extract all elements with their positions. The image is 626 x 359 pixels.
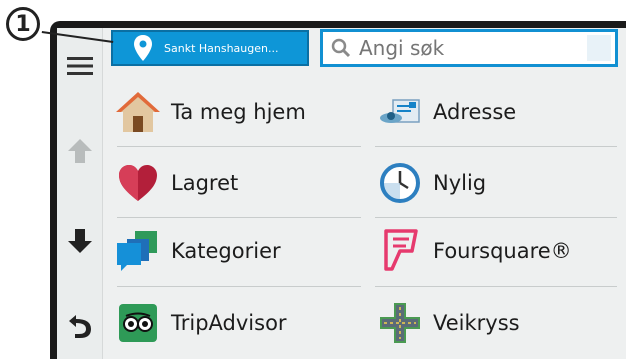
foursquare-icon	[377, 228, 423, 274]
divider	[375, 286, 617, 287]
arrow-up-icon	[67, 139, 92, 163]
callout-marker: 1	[6, 7, 40, 41]
tile-label: TripAdvisor	[171, 311, 287, 335]
tile-adresse[interactable]: Adresse	[377, 82, 617, 142]
tile-label: Foursquare®	[433, 239, 572, 263]
tile-label: Lagret	[171, 171, 239, 195]
clock-icon	[377, 160, 423, 206]
location-label: Sankt Hanshaugen...	[164, 41, 279, 55]
divider	[117, 217, 361, 218]
screen: Sankt Hanshaugen... Ta meg hjem	[57, 28, 626, 359]
home-icon	[115, 89, 161, 135]
location-pin-icon	[133, 34, 155, 62]
left-nav-bar	[57, 28, 103, 359]
tile-foursquare[interactable]: Foursquare®	[377, 221, 617, 281]
back-arrow-icon	[68, 315, 91, 338]
hamburger-menu-icon	[66, 57, 93, 75]
tile-label: Kategorier	[171, 239, 281, 263]
tile-label: Ta meg hjem	[171, 100, 306, 124]
tile-label: Adresse	[433, 100, 517, 124]
scroll-down-button[interactable]	[57, 218, 102, 264]
tile-veikryss[interactable]: Veikryss	[377, 293, 617, 353]
search-clear-area[interactable]	[587, 35, 611, 61]
tile-label: Nylig	[433, 171, 487, 195]
divider	[117, 286, 361, 287]
address-icon	[377, 89, 423, 135]
divider	[375, 146, 617, 147]
tile-lagret[interactable]: Lagret	[115, 153, 361, 213]
intersection-icon	[377, 300, 423, 346]
search-input[interactable]	[357, 35, 591, 61]
tripadvisor-icon	[115, 300, 161, 346]
tile-tripadvisor[interactable]: TripAdvisor	[115, 293, 361, 353]
back-button[interactable]	[57, 300, 102, 350]
tile-ta-meg-hjem[interactable]: Ta meg hjem	[115, 82, 361, 142]
tile-kategorier[interactable]: Kategorier	[115, 221, 361, 281]
location-button[interactable]: Sankt Hanshaugen...	[111, 30, 309, 66]
divider	[375, 217, 617, 218]
search-box[interactable]	[320, 29, 618, 67]
categories-icon	[115, 228, 161, 274]
tile-label: Veikryss	[433, 311, 520, 335]
divider	[117, 146, 361, 147]
scroll-up-button[interactable]	[57, 128, 102, 174]
arrow-down-icon	[67, 229, 92, 253]
tile-nylig[interactable]: Nylig	[377, 153, 617, 213]
search-icon	[331, 38, 351, 58]
heart-icon	[115, 160, 161, 206]
menu-button[interactable]	[57, 46, 102, 86]
